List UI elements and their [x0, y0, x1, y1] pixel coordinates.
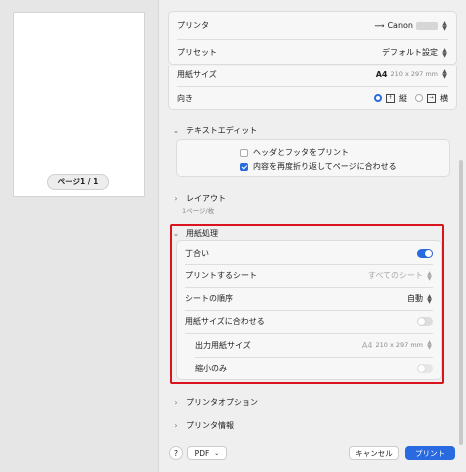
header-footer-option[interactable]: ヘッダとフッタをプリント [240, 147, 349, 158]
rewrap-checkbox[interactable] [240, 162, 248, 171]
printer-select[interactable]: ⟿ Canon ▲ ▼ [374, 19, 448, 32]
preset-select[interactable]: デフォルト設定 ▲ ▼ [382, 47, 448, 58]
chevron-updown-icon: ▲ ▼ [442, 68, 447, 80]
chevron-right-icon: › [174, 398, 178, 407]
textedit-disclosure[interactable]: ⌄ テキストエディット [172, 125, 258, 136]
layout-subtitle: 1ページ/枚 [182, 207, 215, 215]
preview-pane: ページ1 / 1 [0, 0, 158, 472]
paper-size-row[interactable]: 用紙サイズ A4 210 x 297 mm ▲ ▼ [169, 66, 456, 82]
printer-row[interactable]: プリンタ ⟿ Canon ▲ ▼ [169, 12, 456, 39]
pdf-menu-button[interactable]: PDF ⌄ [187, 446, 227, 460]
page-indicator: ページ1 / 1 [47, 174, 109, 190]
printer-icon: ⟿ [374, 21, 385, 30]
landscape-icon: → [427, 93, 436, 103]
printer-name-redacted [416, 21, 438, 30]
rewrap-option[interactable]: 内容を再度折り返してページに合わせる [240, 161, 397, 172]
highlight-box [170, 224, 444, 384]
printer-label: プリンタ [177, 21, 209, 30]
paper-size-select[interactable]: A4 210 x 297 mm ▲ ▼ [376, 68, 448, 80]
help-button[interactable]: ? [169, 446, 183, 460]
print-button[interactable]: プリント [405, 446, 455, 460]
header-footer-checkbox[interactable] [240, 148, 248, 157]
page-preview [13, 12, 145, 197]
layout-title: レイアウト [186, 194, 226, 203]
paper-orientation-card: 用紙サイズ A4 210 x 297 mm ▲ ▼ 向き ↑ 縦 → 横 [168, 66, 457, 110]
portrait-radio[interactable] [374, 94, 382, 102]
chevron-right-icon: › [174, 421, 178, 430]
chevron-updown-icon: ▲ ▼ [442, 19, 447, 32]
printer-preset-card: プリンタ ⟿ Canon ▲ ▼ プリセット デフォルト設定 ▲ ▼ [168, 11, 457, 65]
landscape-radio[interactable] [415, 94, 423, 102]
textedit-title: テキストエディット [186, 126, 258, 135]
orientation-row: 向き ↑ 縦 → 横 [177, 93, 448, 103]
printer-options-disclosure[interactable]: › プリンタオプション [172, 397, 258, 408]
chevron-right-icon: › [174, 194, 178, 203]
preset-label: プリセット [177, 48, 217, 57]
scrollbar[interactable] [459, 160, 463, 445]
cancel-button[interactable]: キャンセル [349, 446, 399, 460]
chevron-updown-icon: ▲ ▼ [442, 46, 447, 59]
textedit-card: ヘッダとフッタをプリント 内容を再度折り返してページに合わせる [176, 139, 450, 177]
portrait-icon: ↑ [386, 93, 395, 103]
printer-info-disclosure[interactable]: › プリンタ情報 [172, 420, 234, 431]
chevron-down-icon: ⌄ [172, 126, 180, 135]
chevron-down-icon: ⌄ [214, 449, 220, 457]
paper-size-label: 用紙サイズ [177, 69, 217, 79]
orientation-label: 向き [177, 93, 193, 103]
preset-row[interactable]: プリセット デフォルト設定 ▲ ▼ [169, 39, 456, 66]
layout-disclosure[interactable]: › レイアウト [172, 193, 226, 204]
